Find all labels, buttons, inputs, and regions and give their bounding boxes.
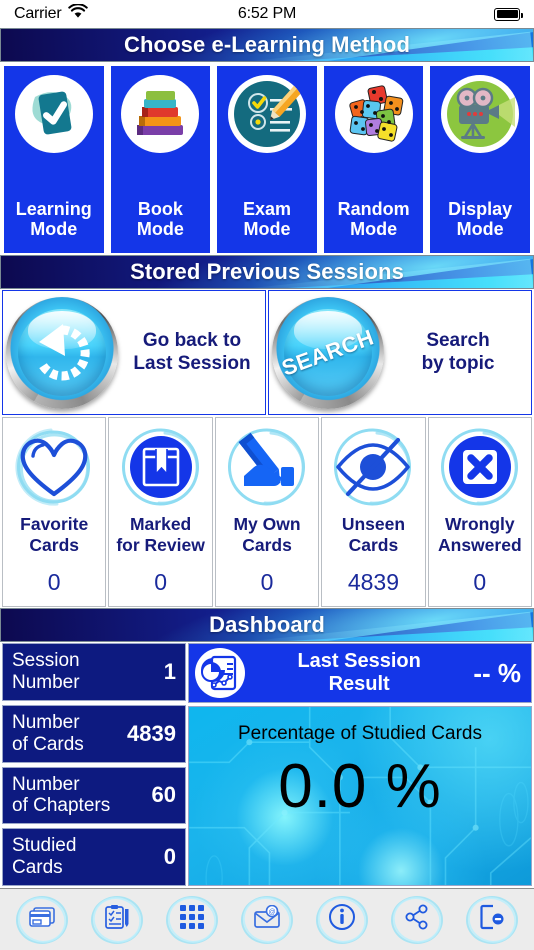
mode-button-random[interactable]: Random Mode: [321, 64, 426, 255]
flashcard-check-icon: [14, 75, 93, 153]
undo-arrow-icon[interactable]: [6, 296, 118, 409]
category-count-marked: 0: [154, 569, 167, 595]
dashboard: Session Number 1 Number of Cards 4839 Numb…: [0, 642, 534, 888]
bottom-toolbar: @: [0, 888, 534, 950]
last-session-result-button[interactable]: Last Session Result -- %: [188, 643, 532, 703]
sessions-row: Go back to Last Session SEARCH Search by t…: [0, 289, 534, 416]
stat-studied-cards: Studied Cards 0: [2, 828, 186, 886]
category-label-marked: Marked for Review: [116, 514, 205, 555]
movie-camera-icon: [441, 75, 520, 153]
grid-apps-icon: [179, 904, 205, 935]
toolbar-exit-button[interactable]: [461, 889, 524, 950]
toolbar-test-button[interactable]: [85, 889, 148, 950]
mode-label-learning: Learning Mode: [15, 198, 92, 239]
categories-row: Favorite Cards 0 Marked for Review 0 My …: [0, 416, 534, 608]
test-clipboard-icon: [103, 904, 131, 935]
category-label-favorite: Favorite Cards: [20, 514, 89, 555]
bookmark-icon: [118, 424, 204, 510]
percentage-studied-panel: Percentage of Studied Cards 0.0 %: [188, 706, 532, 886]
go-back-last-session-button[interactable]: Go back to Last Session: [2, 290, 266, 415]
category-unseen-cards[interactable]: Unseen Cards 4839: [321, 417, 426, 607]
stat-key-number-of-chapters: Number of Chapters: [12, 773, 111, 817]
category-favorite-cards[interactable]: Favorite Cards 0: [2, 417, 107, 607]
category-count-unseen: 4839: [347, 569, 399, 595]
category-count-my-own: 0: [260, 569, 274, 595]
category-count-wrongly: 0: [473, 569, 487, 595]
search-by-topic-label: Search by topic: [421, 329, 495, 374]
mode-button-learning[interactable]: Learning Mode: [2, 64, 106, 255]
sessions-title: Stored Previous Sessions: [130, 259, 404, 284]
dashboard-stats: Session Number 1 Number of Cards 4839 Numb…: [2, 643, 186, 886]
mode-button-exam[interactable]: Exam Mode: [215, 64, 319, 255]
app-screen: Carrier 6:52 PM Choose e-Learning Method: [0, 0, 534, 950]
category-marked-for-review[interactable]: Marked for Review 0: [108, 417, 213, 607]
category-label-unseen: Unseen Cards: [341, 514, 406, 555]
category-count-favorite: 0: [47, 569, 61, 595]
share-icon: [404, 904, 430, 935]
exit-icon: [479, 904, 505, 935]
go-back-label: Go back to Last Session: [133, 329, 251, 374]
mode-label-exam: Exam Mode: [242, 198, 291, 239]
mode-button-book[interactable]: Book Mode: [108, 64, 213, 255]
stat-key-studied-cards: Studied Cards: [12, 835, 77, 879]
dashboard-title: Dashboard: [209, 612, 325, 637]
search-button-text: SEARCH: [278, 323, 378, 381]
methods-title: Choose e-Learning Method: [124, 32, 410, 57]
stat-value-studied-cards: 0: [163, 844, 176, 870]
toolbar-mail-button[interactable]: @: [235, 889, 299, 950]
toolbar-apps-button[interactable]: [160, 889, 223, 950]
methods-section-banner: Choose e-Learning Method: [0, 28, 534, 62]
exam-pencil-icon: [227, 75, 306, 153]
category-my-own-cards[interactable]: My Own Cards 0: [214, 417, 320, 607]
search-by-topic-button[interactable]: SEARCH Search by topic: [268, 290, 532, 415]
stat-value-number-of-cards: 4839: [127, 720, 176, 746]
clock-label: 6:52 PM: [237, 5, 297, 22]
eye-slash-icon: [330, 424, 416, 510]
category-label-my-own: My Own Cards: [233, 514, 301, 555]
status-bar-right: [494, 7, 523, 21]
dice-icon: [334, 75, 413, 153]
heart-icon: [11, 424, 97, 510]
toolbar-share-button[interactable]: [386, 889, 449, 950]
mode-row: Learning Mode Book Mode Exam Mode Random…: [0, 62, 534, 255]
last-session-result-label: Last Session Result: [297, 650, 421, 695]
stat-value-number-of-chapters: 60: [151, 782, 176, 808]
percentage-panel-title: Percentage of Studied Cards: [238, 723, 482, 744]
percentage-panel-value: 0.0 %: [278, 752, 442, 821]
mode-button-display[interactable]: Display Mode: [428, 64, 532, 255]
stat-number-of-cards: Number of Cards 4839: [2, 704, 186, 763]
category-label-wrongly: Wrongly Answered: [438, 514, 522, 555]
battery-full-icon: [494, 7, 523, 21]
info-icon: [328, 903, 356, 936]
x-cross-icon: [437, 424, 523, 510]
category-wrongly-answered[interactable]: Wrongly Answered 0: [427, 417, 533, 607]
mode-label-random: Random Mode: [337, 198, 410, 239]
search-button-icon[interactable]: SEARCH: [272, 296, 384, 409]
stat-number-of-chapters: Number of Chapters 60: [2, 766, 186, 825]
hand-pencil-icon: [224, 424, 310, 510]
mail-icon: @: [253, 904, 281, 934]
report-chart-icon: [195, 648, 245, 698]
dashboard-section-banner: Dashboard: [0, 608, 534, 642]
toolbar-cards-button[interactable]: [10, 889, 73, 950]
stat-value-session-number: 1: [163, 658, 176, 684]
book-stack-icon: [121, 75, 200, 153]
stat-key-session-number: Session Number: [12, 650, 80, 693]
mode-label-display: Display Mode: [448, 198, 513, 239]
stat-session-number: Session Number 1: [2, 643, 186, 701]
sessions-section-banner: Stored Previous Sessions: [0, 255, 534, 289]
toolbar-info-button[interactable]: [311, 889, 374, 950]
mode-label-book: Book Mode: [136, 198, 184, 239]
cards-icon: [28, 905, 56, 934]
last-session-result-percent: -- %: [473, 657, 521, 688]
status-bar: Carrier 6:52 PM: [0, 0, 534, 28]
dashboard-right: Last Session Result -- % Percentage of S…: [188, 643, 532, 886]
svg-text:@: @: [268, 909, 275, 916]
stat-key-number-of-cards: Number of Cards: [12, 711, 84, 755]
